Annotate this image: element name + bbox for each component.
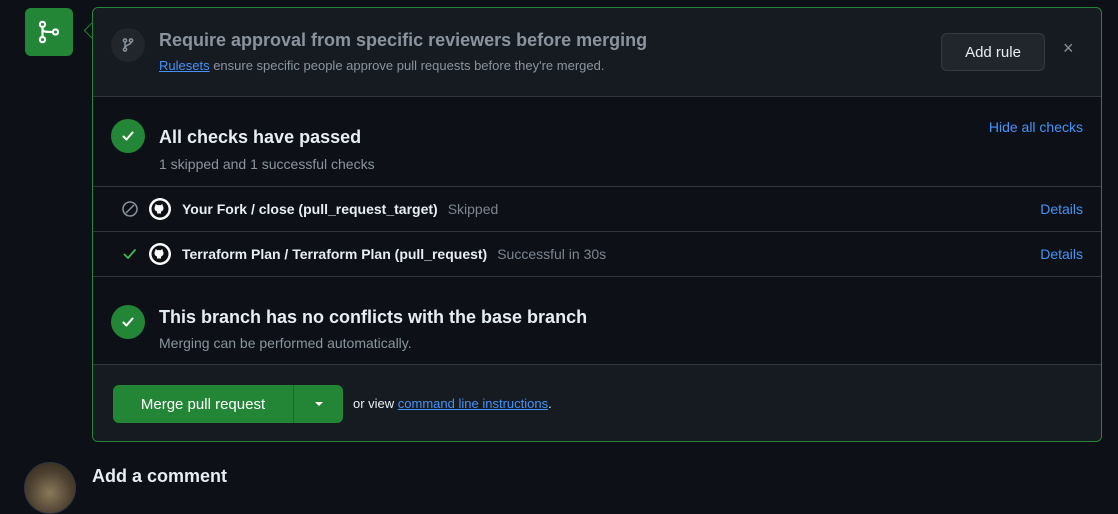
details-link[interactable]: Details (1040, 201, 1083, 217)
github-icon (149, 198, 171, 220)
check-name: Your Fork / close (pull_request_target) S… (182, 201, 498, 217)
git-branch-icon (111, 28, 145, 62)
period: . (548, 396, 552, 411)
check-name-text: Your Fork / close (pull_request_target) (182, 201, 438, 217)
ruleset-title: Require approval from specific reviewers… (159, 30, 648, 50)
github-icon (149, 243, 171, 265)
ruleset-description-text: ensure specific people approve pull requ… (209, 58, 605, 73)
conflicts-subtitle: Merging can be performed automatically. (159, 335, 412, 351)
merge-box: Require approval from specific reviewers… (92, 7, 1102, 442)
conflicts-title: This branch has no conflicts with the ba… (159, 307, 588, 327)
avatar (24, 462, 76, 514)
check-row: Terraform Plan / Terraform Plan (pull_re… (93, 232, 1101, 277)
checks-title: All checks have passed (159, 127, 362, 147)
merge-options-dropdown[interactable] (294, 385, 343, 423)
ruleset-banner: Require approval from specific reviewers… (93, 8, 1101, 97)
or-view-text: or view command line instructions. (353, 396, 552, 411)
merge-actions: Merge pull request or view command line … (93, 365, 1101, 441)
check-name: Terraform Plan / Terraform Plan (pull_re… (182, 246, 606, 262)
checks-summary: All checks have passed 1 skipped and 1 s… (93, 97, 1101, 187)
no-conflicts-icon (111, 305, 145, 339)
close-icon[interactable]: × (1063, 38, 1074, 59)
checks-passed-icon (111, 119, 145, 153)
rulesets-link[interactable]: Rulesets (159, 58, 210, 73)
check-status-text: Successful in 30s (497, 246, 607, 262)
add-comment-title: Add a comment (92, 466, 228, 486)
skipped-icon (121, 200, 139, 218)
command-line-instructions-link[interactable]: command line instructions (398, 396, 548, 411)
ruleset-description: Rulesets ensure specific people approve … (159, 58, 604, 73)
triangle-down-icon (314, 402, 323, 406)
checks-subtitle: 1 skipped and 1 successful checks (159, 156, 375, 172)
check-row: Your Fork / close (pull_request_target) S… (93, 187, 1101, 232)
details-link[interactable]: Details (1040, 246, 1083, 262)
check-icon (121, 245, 139, 263)
conflicts-status: This branch has no conflicts with the ba… (93, 277, 1101, 365)
merge-pull-request-button[interactable]: Merge pull request (113, 385, 293, 423)
add-rule-button[interactable]: Add rule (941, 33, 1045, 71)
check-name-text: Terraform Plan / Terraform Plan (pull_re… (182, 246, 488, 262)
merge-button-group: Merge pull request (113, 385, 343, 423)
check-status-text: Skipped (447, 201, 499, 217)
or-view-label: or view (353, 396, 398, 411)
hide-all-checks-link[interactable]: Hide all checks (989, 119, 1083, 135)
merge-status-badge (25, 8, 73, 56)
git-merge-icon (38, 20, 60, 44)
